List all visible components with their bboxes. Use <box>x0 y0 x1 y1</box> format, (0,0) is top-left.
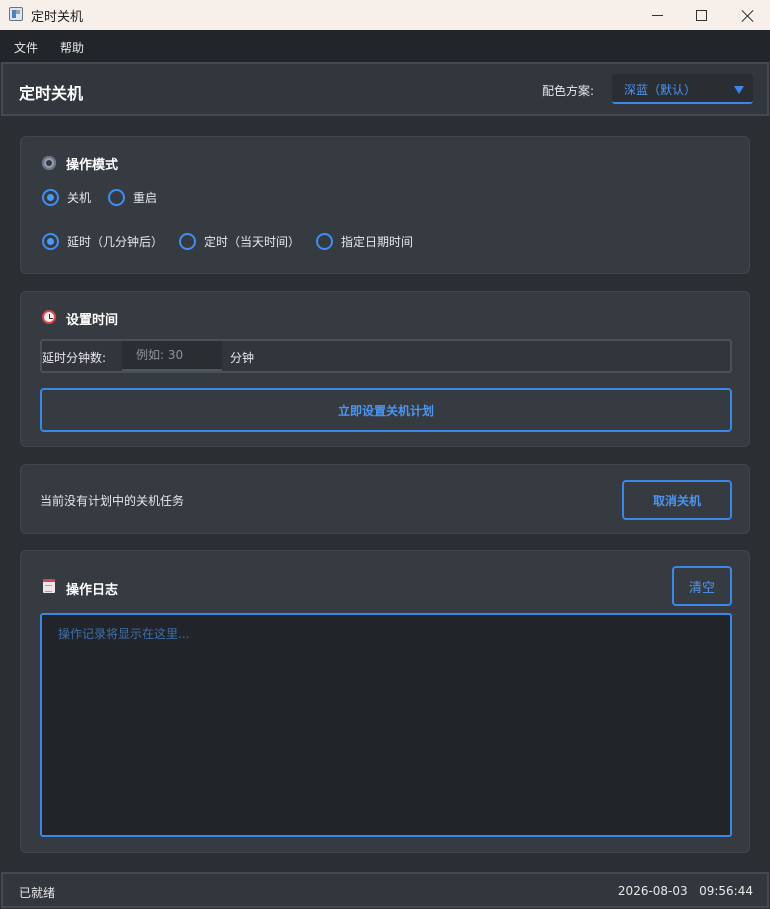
notepad-icon <box>43 579 55 593</box>
radio-indicator <box>316 233 333 250</box>
menu-file[interactable]: 文件 <box>14 39 38 56</box>
schedule-status-card: 当前没有计划中的关机任务 取消关机 <box>20 464 750 534</box>
operation-log-title: 操作日志 <box>66 583 119 598</box>
log-textarea[interactable]: 操作记录将显示在这里... <box>40 613 732 837</box>
datetime-display: 2026-08-03 09:56:44 <box>617 884 753 898</box>
color-scheme-select[interactable]: 深蓝（默认） <box>612 74 753 104</box>
maximize-icon <box>695 9 707 21</box>
radio-indicator <box>42 233 59 250</box>
radio-restart[interactable]: 重启 <box>108 189 157 206</box>
operation-mode-card: 操作模式 关机 重启 延时（几分钟后） 定时（当天时间） 指定日期时间 <box>20 136 750 274</box>
minimize-icon <box>651 14 663 16</box>
title-bar: 定时关机 <box>0 0 770 30</box>
radio-label: 关机 <box>67 191 92 205</box>
radio-indicator <box>108 189 125 206</box>
delay-minutes-row: 延时分钟数: 分钟 <box>40 339 732 373</box>
radio-indicator <box>179 233 196 250</box>
delay-minutes-input[interactable] <box>122 341 222 371</box>
window-title: 定时关机 <box>31 10 84 25</box>
set-shutdown-plan-button[interactable]: 立即设置关机计划 <box>40 388 732 432</box>
operation-mode-title: 操作模式 <box>66 158 119 173</box>
app-icon <box>9 7 23 21</box>
clear-log-button[interactable]: 清空 <box>672 566 732 606</box>
app-header: 定时关机 配色方案: 深蓝（默认） <box>1 62 769 116</box>
maximize-button[interactable] <box>678 0 724 30</box>
dropdown-arrow-icon <box>734 86 744 94</box>
radio-indicator <box>42 189 59 206</box>
radio-timed[interactable]: 定时（当天时间） <box>179 233 300 250</box>
radio-label: 指定日期时间 <box>341 235 414 249</box>
delay-minutes-label: 延时分钟数: <box>42 351 107 365</box>
radio-label: 重启 <box>133 191 158 205</box>
page-title: 定时关机 <box>19 84 84 103</box>
minimize-button[interactable] <box>634 0 680 30</box>
close-button[interactable] <box>724 0 770 30</box>
set-time-card: 设置时间 延时分钟数: 分钟 立即设置关机计划 <box>20 291 750 447</box>
gear-icon <box>42 156 56 170</box>
radio-label: 定时（当天时间） <box>204 235 301 249</box>
close-icon <box>741 9 754 22</box>
menu-help[interactable]: 帮助 <box>60 39 84 56</box>
radio-label: 延时（几分钟后） <box>67 235 164 249</box>
cancel-shutdown-button[interactable]: 取消关机 <box>622 480 732 520</box>
menu-bar: 文件 帮助 <box>0 30 770 62</box>
radio-delay[interactable]: 延时（几分钟后） <box>42 233 163 250</box>
status-text: 已就绪 <box>19 886 56 900</box>
radio-shutdown[interactable]: 关机 <box>42 189 91 206</box>
operation-log-card: 操作日志 清空 操作记录将显示在这里... <box>20 550 750 853</box>
schedule-status-text: 当前没有计划中的关机任务 <box>40 494 185 508</box>
radio-specific-datetime[interactable]: 指定日期时间 <box>316 233 413 250</box>
alarm-clock-icon <box>42 310 56 324</box>
set-time-title: 设置时间 <box>66 313 119 328</box>
status-bar: 已就绪 2026-08-03 09:56:44 <box>1 872 769 908</box>
color-scheme-label: 配色方案: <box>542 84 595 98</box>
log-placeholder: 操作记录将显示在这里... <box>58 627 190 641</box>
color-scheme-value: 深蓝（默认） <box>624 83 697 97</box>
minutes-unit-label: 分钟 <box>230 351 255 365</box>
